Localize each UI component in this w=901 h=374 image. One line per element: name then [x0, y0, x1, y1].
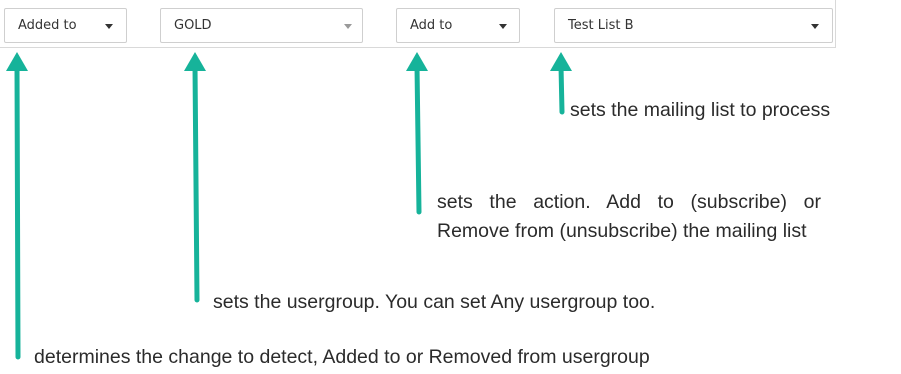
- up-arrow-icon: [184, 52, 206, 71]
- up-arrow-icon: [550, 52, 572, 71]
- trigger-annotation: determines the change to detect, Added t…: [34, 346, 650, 368]
- annotation-arrows: [6, 52, 572, 360]
- usergroup-annotation: sets the usergroup. You can set Any user…: [213, 291, 656, 313]
- action-annotation-line: mailing list: [715, 220, 807, 242]
- action-annotation: sets the action. Add to (subscribe) or R…: [437, 188, 821, 246]
- up-arrow-icon: [6, 52, 28, 71]
- mailing-list-arrow-shaft: [558, 63, 565, 115]
- trigger-arrow-shaft: [14, 63, 21, 360]
- usergroup-arrow-shaft: [192, 63, 200, 303]
- action-annotation-line: sets the action. Add to (subscribe): [437, 191, 787, 213]
- up-arrow-icon: [406, 52, 428, 71]
- mailing-list-annotation: sets the mailing list to process: [570, 99, 831, 121]
- action-arrow-shaft: [414, 63, 422, 215]
